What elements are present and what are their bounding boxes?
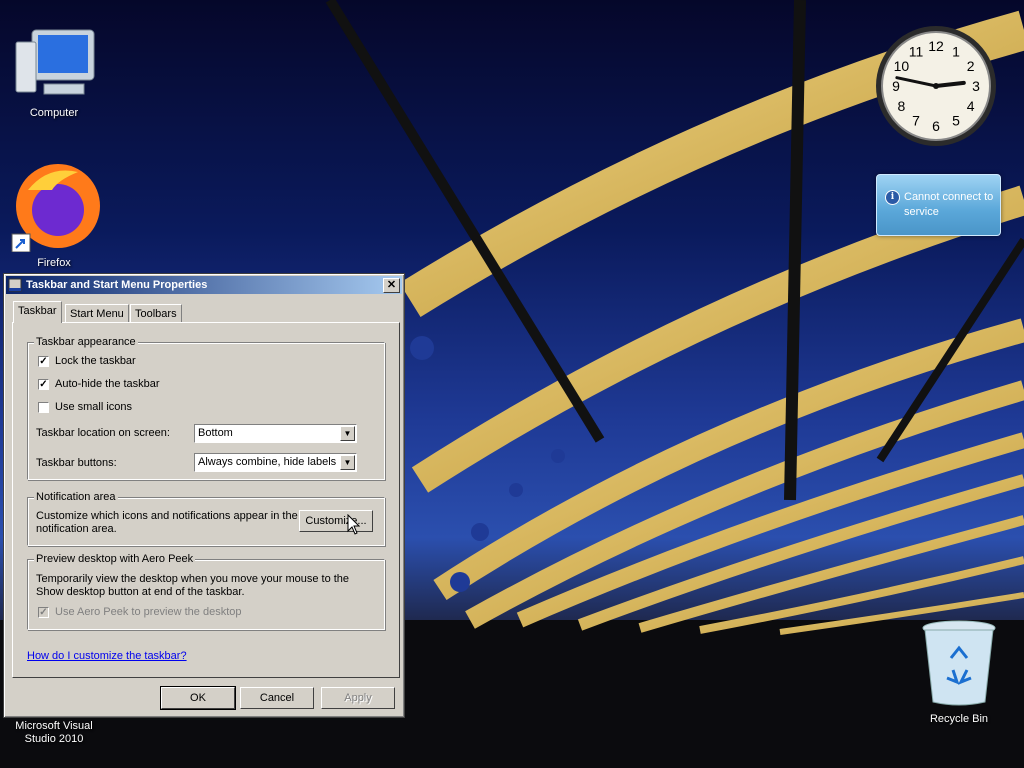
desktop-icon-label: Firefox xyxy=(37,257,71,269)
taskbar-tab-panel: Taskbar appearance ✓ Lock the taskbar ✓ … xyxy=(12,322,400,678)
notification-description: Customize which icons and notifications … xyxy=(36,510,298,535)
apply-button[interactable]: Apply xyxy=(321,687,395,709)
checkbox-label: Use small icons xyxy=(55,401,133,413)
clock-numeral: 10 xyxy=(894,58,910,74)
checkbox-box[interactable]: ✓ xyxy=(38,607,49,618)
taskbar-appearance-group: Taskbar appearance ✓ Lock the taskbar ✓ … xyxy=(27,336,385,480)
desktop-icon-label: Computer xyxy=(29,107,79,119)
checkbox-label: Auto-hide the taskbar xyxy=(55,378,160,390)
clock-numeral: 3 xyxy=(972,78,980,94)
checkbox-label: Lock the taskbar xyxy=(55,355,136,367)
recycle-bin-icon xyxy=(922,620,996,706)
checkbox-box[interactable] xyxy=(38,402,49,413)
clock-numeral: 11 xyxy=(909,43,924,59)
firefox-icon xyxy=(11,164,100,253)
dialog-title: Taskbar and Start Menu Properties xyxy=(26,279,208,291)
chevron-down-icon[interactable]: ▼ xyxy=(340,426,355,441)
checkbox-label: Use Aero Peek to preview the desktop xyxy=(55,606,242,618)
desktop-icon-label: Microsoft Visual Studio 2010 xyxy=(15,720,93,745)
service-gadget[interactable]: i Cannot connect to service xyxy=(876,174,1001,236)
desktop-background: Computer Firefox Microsoft Visual Studio… xyxy=(0,0,1024,768)
cancel-button[interactable]: Cancel xyxy=(240,687,314,709)
buttons-label: Taskbar buttons: xyxy=(36,457,117,469)
aero-peek-group: Preview desktop with Aero Peek Temporari… xyxy=(27,553,385,630)
clock-numeral: 8 xyxy=(897,98,905,114)
aero-peek-description: Temporarily view the desktop when you mo… xyxy=(36,573,350,598)
checkbox-box[interactable]: ✓ xyxy=(38,356,49,367)
taskbar-buttons-select[interactable]: Always combine, hide labels ▼ xyxy=(194,453,357,472)
tab-start-menu[interactable]: Start Menu xyxy=(65,304,129,323)
close-button[interactable]: ✕ xyxy=(383,278,400,293)
clock-gadget[interactable]: 12 12 3 45678 9 1011 xyxy=(874,24,998,148)
desktop-icon-visual-studio[interactable]: Microsoft Visual Studio 2010 xyxy=(6,718,102,746)
clock-numeral: 7 xyxy=(912,113,920,129)
taskbar-properties-dialog: Taskbar and Start Menu Properties ✕ Task… xyxy=(3,273,405,718)
mouse-cursor-icon xyxy=(347,514,361,535)
clock-numeral: 1 xyxy=(952,43,960,59)
clock-numeral: 2 xyxy=(967,58,975,74)
info-icon: i xyxy=(885,190,900,205)
desktop-icon-computer[interactable]: Computer xyxy=(6,24,102,120)
desktop-icon-recycle-bin[interactable]: Recycle Bin xyxy=(911,618,1007,726)
location-select[interactable]: Bottom ▼ xyxy=(194,424,357,443)
notification-area-group: Notification area Customize which icons … xyxy=(27,491,385,546)
customize-button[interactable]: Customize... xyxy=(299,510,373,532)
location-label: Taskbar location on screen: xyxy=(36,427,170,439)
desktop-icon-label: Recycle Bin xyxy=(929,713,989,725)
clock-numeral: 6 xyxy=(932,118,940,134)
group-title: Taskbar appearance xyxy=(34,336,138,348)
taskbar-app-icon xyxy=(8,278,22,292)
group-title: Notification area xyxy=(34,491,118,503)
location-value: Bottom xyxy=(198,427,233,439)
clock-numeral: 12 xyxy=(928,38,944,54)
clock-numeral: 9 xyxy=(892,78,900,94)
service-message: Cannot connect to service xyxy=(904,191,994,218)
tab-toolbars[interactable]: Toolbars xyxy=(130,304,182,323)
taskbar-buttons-value: Always combine, hide labels xyxy=(198,456,337,468)
clock-numeral: 4 xyxy=(967,98,975,114)
group-title: Preview desktop with Aero Peek xyxy=(34,553,196,565)
ok-button[interactable]: OK xyxy=(160,686,236,710)
clock-numeral: 5 xyxy=(952,113,960,129)
chevron-down-icon[interactable]: ▼ xyxy=(340,455,355,470)
dialog-titlebar[interactable]: Taskbar and Start Menu Properties ✕ xyxy=(6,276,402,294)
tab-taskbar[interactable]: Taskbar xyxy=(13,301,62,323)
computer-icon xyxy=(15,29,95,95)
checkbox-box[interactable]: ✓ xyxy=(38,379,49,390)
desktop-icon-firefox[interactable]: Firefox xyxy=(6,160,102,270)
help-link[interactable]: How do I customize the taskbar? xyxy=(27,650,187,662)
